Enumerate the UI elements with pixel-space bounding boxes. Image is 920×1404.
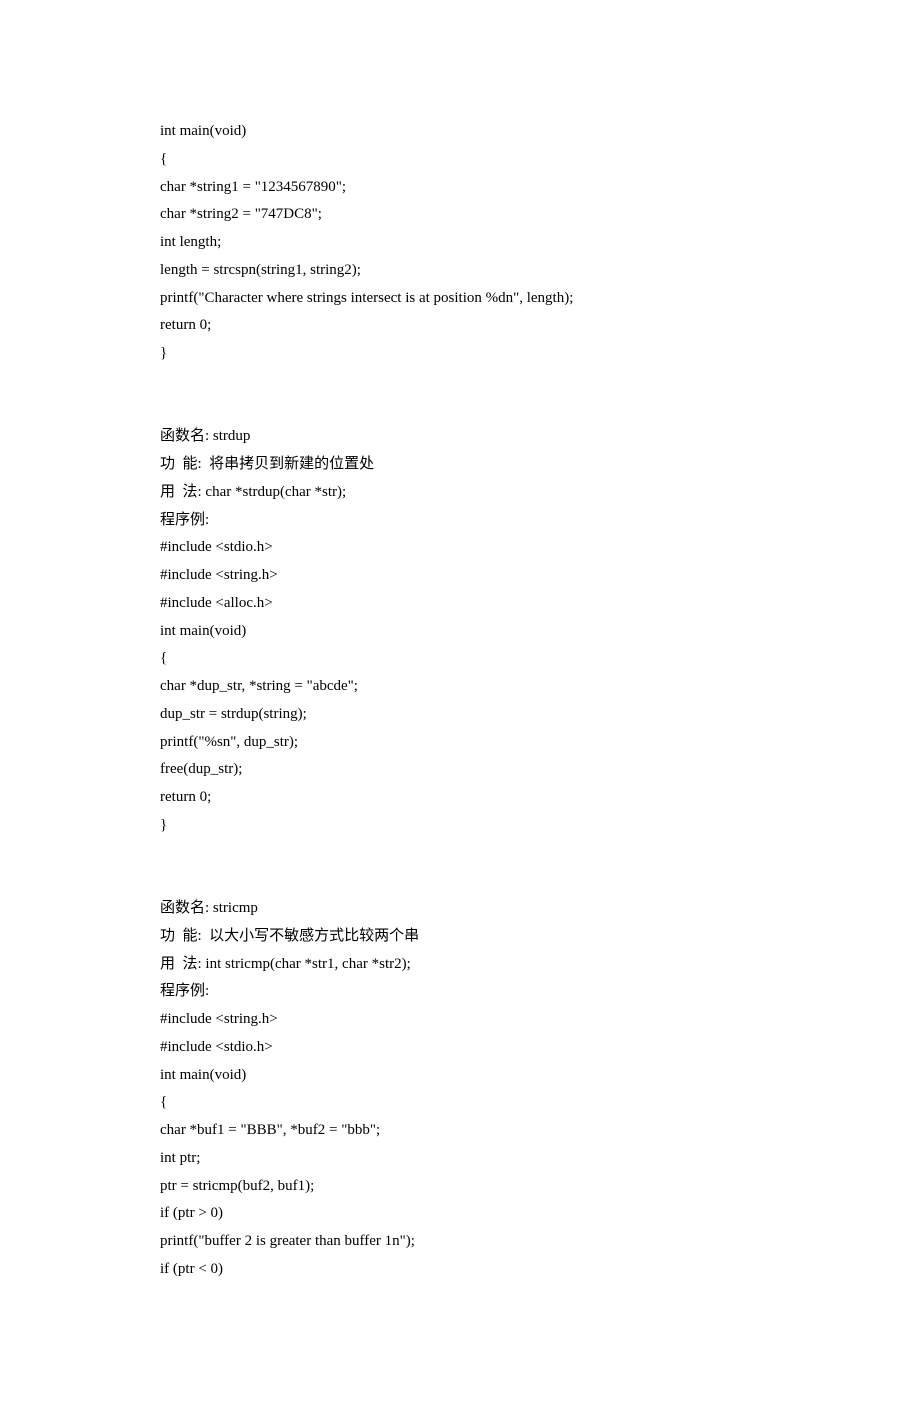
code-line: printf("%sn", dup_str); bbox=[160, 729, 760, 757]
code-line: #include <stdio.h> bbox=[160, 1034, 760, 1062]
code-line: length = strcspn(string1, string2); bbox=[160, 257, 760, 285]
code-line: #include <string.h> bbox=[160, 1006, 760, 1034]
blank-line bbox=[160, 867, 760, 895]
code-line: char *string2 = "747DC8"; bbox=[160, 201, 760, 229]
code-line: int main(void) bbox=[160, 618, 760, 646]
code-line: int ptr; bbox=[160, 1145, 760, 1173]
example-label-line: 程序例: bbox=[160, 507, 760, 535]
blank-line bbox=[160, 368, 760, 396]
blank-line bbox=[160, 840, 760, 868]
code-line: char *dup_str, *string = "abcde"; bbox=[160, 673, 760, 701]
code-line: printf("Character where strings intersec… bbox=[160, 285, 760, 313]
code-line: #include <alloc.h> bbox=[160, 590, 760, 618]
code-line: { bbox=[160, 146, 760, 174]
code-line: } bbox=[160, 340, 760, 368]
code-line: ptr = stricmp(buf2, buf1); bbox=[160, 1173, 760, 1201]
example-label-line: 程序例: bbox=[160, 978, 760, 1006]
function-usage-line: 用 法: int stricmp(char *str1, char *str2)… bbox=[160, 951, 760, 979]
document-page: int main(void) { char *string1 = "123456… bbox=[0, 0, 920, 1404]
code-line: return 0; bbox=[160, 784, 760, 812]
function-name-line: 函数名: stricmp bbox=[160, 895, 760, 923]
function-desc-line: 功 能: 将串拷贝到新建的位置处 bbox=[160, 451, 760, 479]
code-line: int main(void) bbox=[160, 1062, 760, 1090]
code-line: dup_str = strdup(string); bbox=[160, 701, 760, 729]
code-line: if (ptr > 0) bbox=[160, 1200, 760, 1228]
function-desc-line: 功 能: 以大小写不敏感方式比较两个串 bbox=[160, 923, 760, 951]
blank-line bbox=[160, 396, 760, 424]
code-line: { bbox=[160, 1089, 760, 1117]
code-line: { bbox=[160, 645, 760, 673]
code-line: } bbox=[160, 812, 760, 840]
code-line: int main(void) bbox=[160, 118, 760, 146]
code-line: #include <stdio.h> bbox=[160, 534, 760, 562]
function-name-line: 函数名: strdup bbox=[160, 423, 760, 451]
code-line: int length; bbox=[160, 229, 760, 257]
code-line: char *string1 = "1234567890"; bbox=[160, 174, 760, 202]
code-line: printf("buffer 2 is greater than buffer … bbox=[160, 1228, 760, 1256]
code-line: free(dup_str); bbox=[160, 756, 760, 784]
function-usage-line: 用 法: char *strdup(char *str); bbox=[160, 479, 760, 507]
code-line: char *buf1 = "BBB", *buf2 = "bbb"; bbox=[160, 1117, 760, 1145]
code-line: if (ptr < 0) bbox=[160, 1256, 760, 1284]
code-line: return 0; bbox=[160, 312, 760, 340]
code-line: #include <string.h> bbox=[160, 562, 760, 590]
